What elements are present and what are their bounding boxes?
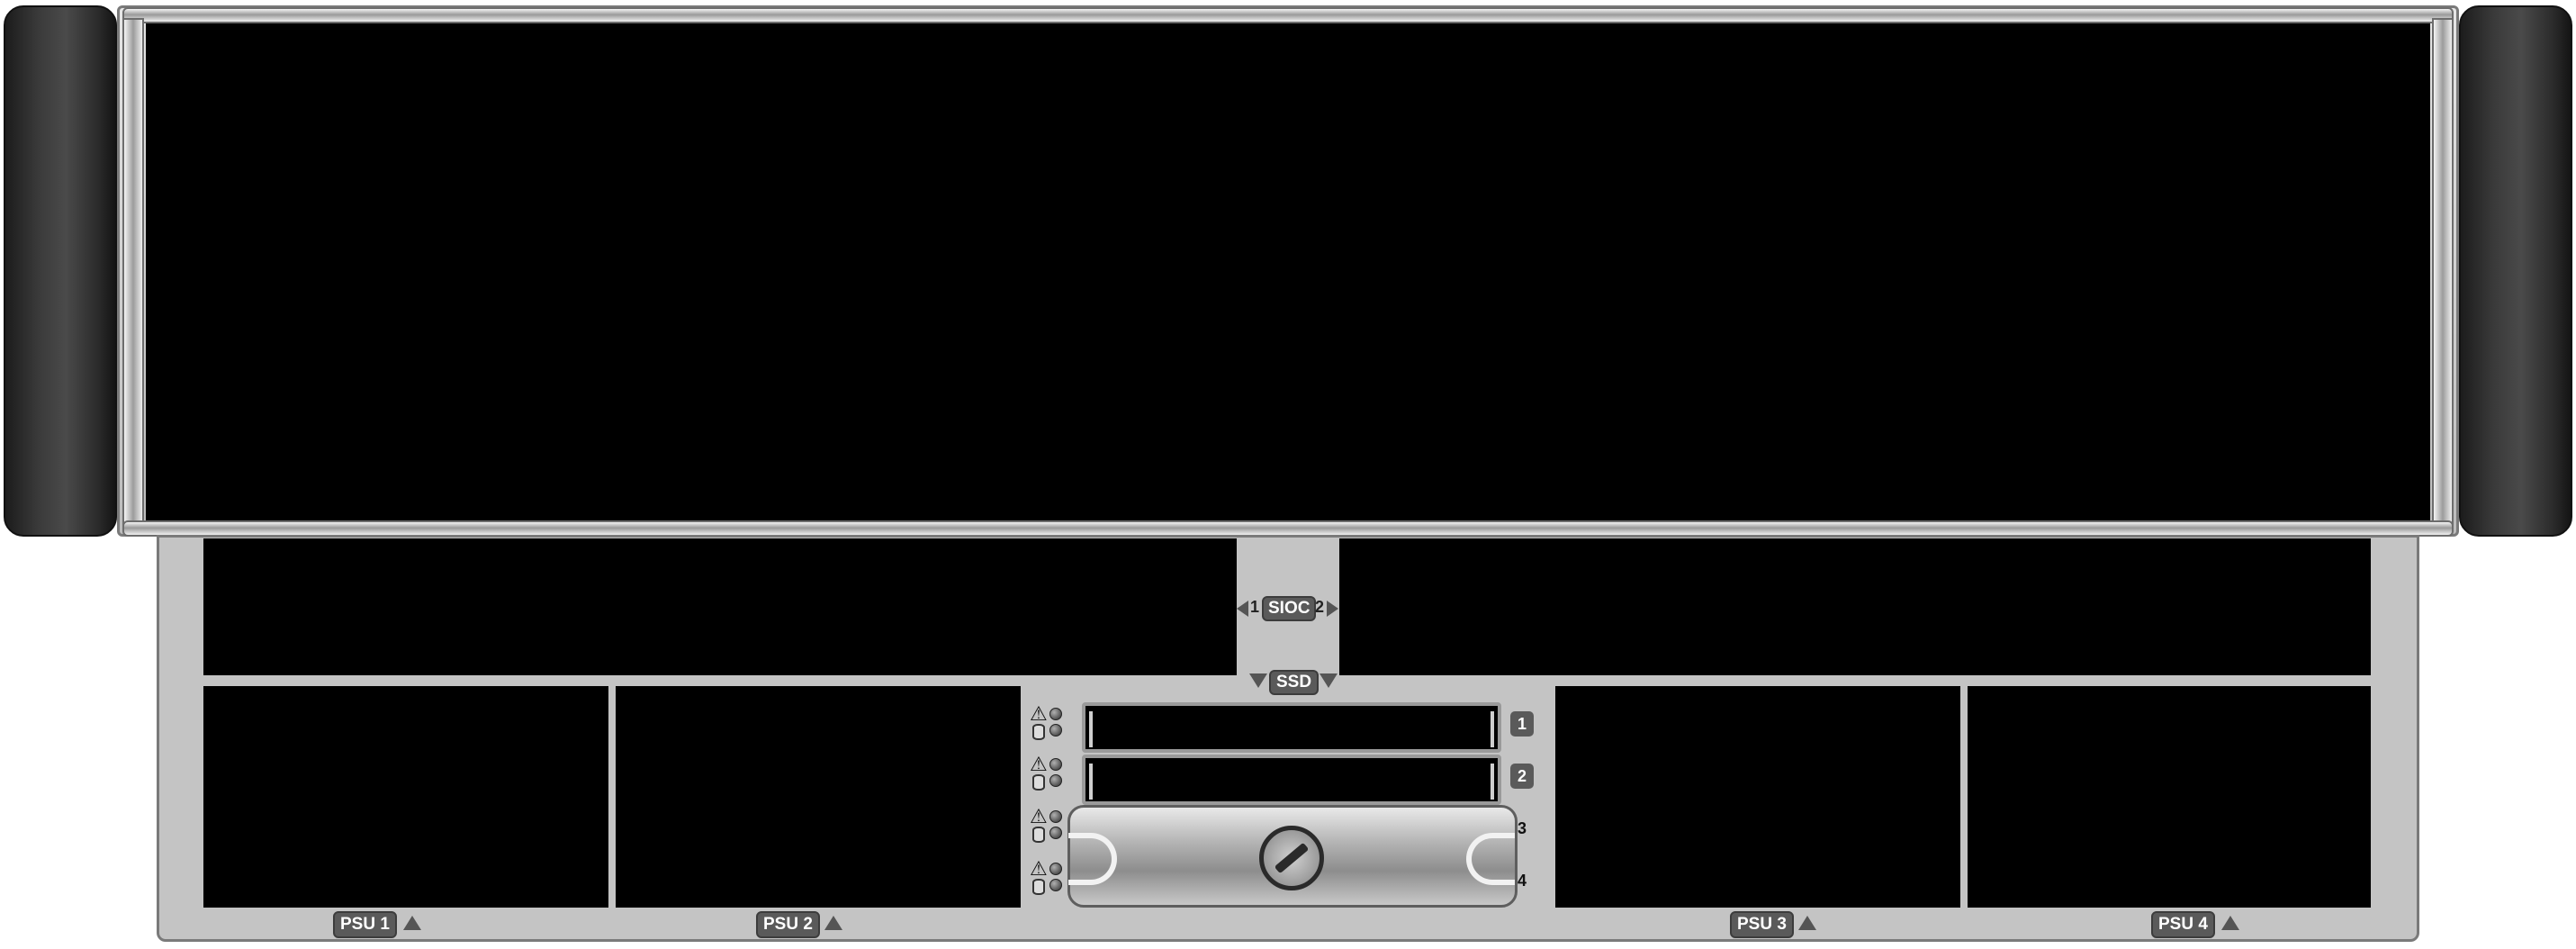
drive-icon <box>1032 879 1045 895</box>
sioc-left-number: 1 <box>1250 598 1260 616</box>
ssd-label: SSD <box>1269 670 1320 695</box>
top-rail <box>122 7 2454 23</box>
left-rack-ear[interactable] <box>4 5 117 537</box>
warning-icon: ⚠ <box>1030 702 1048 725</box>
carrier-lock-knob[interactable] <box>1259 826 1324 890</box>
psu-1-arrow-icon <box>403 916 421 930</box>
psu-4-arrow-icon <box>2221 916 2239 930</box>
psu-bay-2[interactable] <box>616 686 1021 908</box>
psu-label: PSU 3 <box>1730 911 1794 938</box>
sioc-label: SIOC <box>1262 596 1317 621</box>
drive-icon <box>1032 724 1045 740</box>
led-icon <box>1049 879 1062 891</box>
led-icon <box>1049 827 1062 839</box>
led-icon <box>1049 758 1062 771</box>
ssd-right-arrow-icon <box>1320 673 1338 688</box>
right-rail <box>2432 18 2454 531</box>
left-drive-handle[interactable] <box>1068 833 1117 885</box>
led-icon <box>1049 863 1062 875</box>
top-drive-bay[interactable] <box>146 23 2430 520</box>
ssd-left-arrow-icon <box>1249 673 1267 688</box>
ssd-slot-1[interactable] <box>1082 702 1501 753</box>
psu-bay-1[interactable] <box>203 686 608 908</box>
sioc-left-arrow-icon <box>1237 601 1248 617</box>
ssd-slot-number: 2 <box>1510 764 1534 789</box>
ssd-4-status: ⚠ <box>1030 859 1066 895</box>
psu-label: PSU 1 <box>333 911 397 938</box>
right-drive-handle[interactable] <box>1466 833 1515 885</box>
psu-label: PSU 2 <box>756 911 820 938</box>
psu-3-arrow-icon <box>1798 916 1816 930</box>
right-rack-ear[interactable] <box>2459 5 2572 537</box>
led-icon <box>1049 724 1062 737</box>
led-icon <box>1049 708 1062 720</box>
psu-2-arrow-icon <box>824 916 842 930</box>
ssd-drive-carrier[interactable] <box>1067 805 1518 908</box>
knob-slot <box>1274 842 1310 874</box>
warning-icon: ⚠ <box>1030 753 1048 775</box>
psu-bay-3[interactable] <box>1555 686 1960 908</box>
sioc-bay-2[interactable] <box>1339 538 2371 675</box>
led-icon <box>1049 810 1062 823</box>
drive-icon <box>1032 827 1045 843</box>
led-icon <box>1049 774 1062 787</box>
ssd-1-status: ⚠ <box>1030 704 1066 740</box>
ssd-slot-number: 1 <box>1510 711 1534 737</box>
ssd-slot-2[interactable] <box>1082 755 1501 805</box>
ssd-slot-number: 3 <box>1517 819 1527 837</box>
left-rail <box>122 18 144 531</box>
drive-icon <box>1032 774 1045 791</box>
sioc-right-number: 2 <box>1315 598 1325 616</box>
sioc-right-arrow-icon <box>1327 601 1338 617</box>
warning-icon: ⚠ <box>1030 805 1048 827</box>
ssd-2-status: ⚠ <box>1030 755 1066 791</box>
warning-icon: ⚠ <box>1030 857 1048 880</box>
psu-bay-4[interactable] <box>1968 686 2371 908</box>
ssd-slot-number: 4 <box>1517 872 1527 890</box>
sioc-bay-1[interactable] <box>203 538 1237 675</box>
ssd-3-status: ⚠ <box>1030 807 1066 843</box>
psu-label: PSU 4 <box>2151 911 2215 938</box>
